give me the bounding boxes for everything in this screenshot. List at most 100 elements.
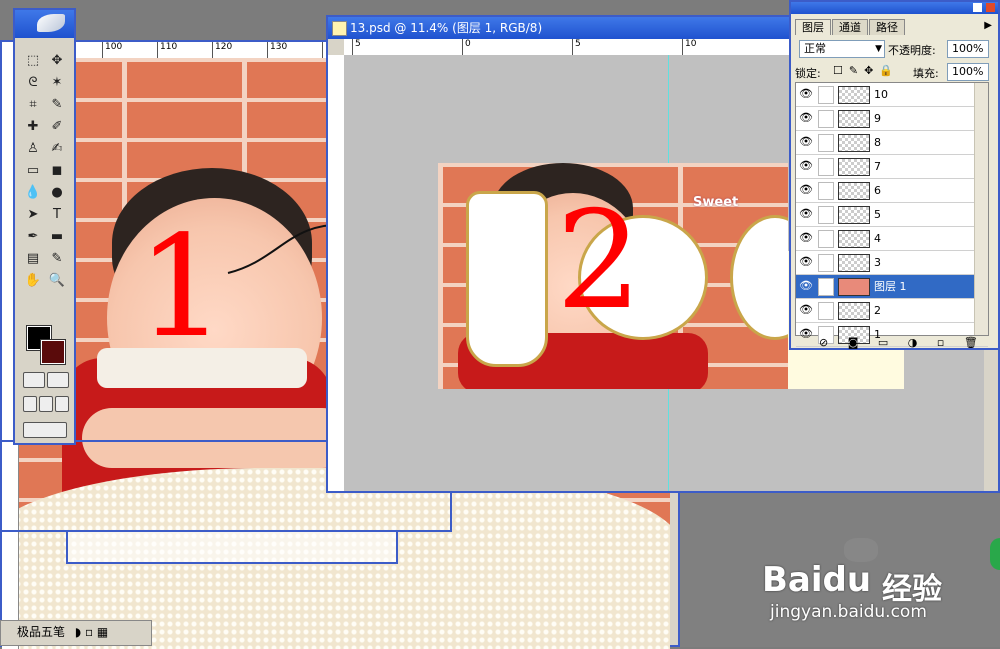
ruler-tick-label: 130 bbox=[267, 42, 287, 58]
lock-icons[interactable]: ☐✎✥🔒 bbox=[833, 64, 899, 77]
annotation-number-2: 2 bbox=[556, 182, 642, 339]
layer-link-box[interactable] bbox=[818, 110, 834, 128]
layer-row[interactable]: 👁 4 bbox=[796, 227, 988, 251]
ruler-tick-label: 10 bbox=[682, 39, 696, 55]
layers-scrollbar[interactable] bbox=[974, 83, 988, 335]
notes-tool-icon[interactable]: ▤ bbox=[21, 248, 45, 270]
visibility-eye-icon[interactable]: 👁 bbox=[798, 159, 814, 173]
ruler-tick-label: 120 bbox=[212, 42, 232, 58]
baidu-brand: Baidu bbox=[762, 560, 872, 600]
gradient-tool-icon[interactable]: ◼ bbox=[45, 160, 69, 182]
minimize-icon[interactable] bbox=[973, 3, 982, 12]
marquee-tool-icon[interactable]: ⬚ bbox=[21, 50, 45, 72]
slice-tool-icon[interactable]: ✎ bbox=[45, 94, 69, 116]
side-green-button[interactable] bbox=[990, 538, 1000, 570]
standard-mode-button[interactable] bbox=[23, 372, 45, 388]
layer-action-icons[interactable]: ⊘ ◙ ▭ ◑ ▫ 🗑 bbox=[819, 336, 986, 349]
screen-mode-standard[interactable] bbox=[23, 396, 37, 412]
layers-panel-titlebar[interactable] bbox=[791, 2, 998, 14]
photoshop-feather-icon bbox=[37, 14, 65, 32]
stamp-tool-icon[interactable]: ♙ bbox=[21, 138, 45, 160]
dodge-tool-icon[interactable]: ● bbox=[45, 182, 69, 204]
lasso-tool-icon[interactable]: ᘓ bbox=[21, 72, 45, 94]
visibility-eye-icon[interactable]: 👁 bbox=[798, 183, 814, 197]
heal-tool-icon[interactable]: ✚ bbox=[21, 116, 45, 138]
layer-row[interactable]: 👁 7 bbox=[796, 155, 988, 179]
layer-name: 5 bbox=[874, 208, 881, 221]
opacity-input[interactable]: 100% bbox=[947, 40, 989, 58]
shape-tool-icon[interactable]: ▬ bbox=[45, 226, 69, 248]
toolbox-panel[interactable]: ⬚ ✥ ᘓ ✶ ⌗ ✎ ✚ ✐ ♙ ✍ ▭ ◼ 💧 ● ➤ T ✒ ▬ ▤ ✎ ✋ 🔍 bbox=[13, 8, 76, 445]
layer-row[interactable]: 👁 6 bbox=[796, 179, 988, 203]
layer-row[interactable]: 👁 2 bbox=[796, 299, 988, 323]
visibility-eye-icon[interactable]: 👁 bbox=[798, 207, 814, 221]
layers-panel[interactable]: 图层 通道 路径 ▶ 正常 ▼ 不透明度: 100% 锁定: ☐✎✥🔒 填充: … bbox=[789, 0, 1000, 350]
ime-toolbar[interactable]: 极品五笔 ◗ ▫ ▦ bbox=[0, 620, 152, 646]
eraser-tool-icon[interactable]: ▭ bbox=[21, 160, 45, 182]
screen-mode-full[interactable] bbox=[55, 396, 69, 412]
visibility-eye-icon[interactable]: 👁 bbox=[798, 255, 814, 269]
layer-link-box[interactable] bbox=[818, 158, 834, 176]
image-canvas[interactable]: Sweet 2 bbox=[438, 163, 788, 389]
layer-link-box[interactable] bbox=[818, 230, 834, 248]
layer-link-box[interactable] bbox=[818, 302, 834, 320]
layer-name: 7 bbox=[874, 160, 881, 173]
zoom-tool-icon[interactable]: 🔍 bbox=[45, 270, 69, 292]
stacked-window-2[interactable] bbox=[66, 530, 398, 564]
eyedropper-tool-icon[interactable]: ✎ bbox=[45, 248, 69, 270]
layer-row[interactable]: 👁 9 bbox=[796, 107, 988, 131]
fill-input[interactable]: 100% bbox=[947, 63, 989, 81]
visibility-eye-icon[interactable]: 👁 bbox=[798, 111, 814, 125]
screen-mode-menu[interactable] bbox=[39, 396, 53, 412]
background-color-swatch[interactable] bbox=[40, 339, 66, 365]
fill-value: 100% bbox=[952, 65, 984, 78]
magic-wand-tool-icon[interactable]: ✶ bbox=[45, 72, 69, 94]
hand-tool-icon[interactable]: ✋ bbox=[21, 270, 45, 292]
visibility-eye-icon[interactable]: 👁 bbox=[798, 303, 814, 317]
tab-layers[interactable]: 图层 bbox=[795, 19, 831, 35]
layer-row[interactable]: 👁 8 bbox=[796, 131, 988, 155]
tab-paths[interactable]: 路径 bbox=[869, 19, 905, 35]
quick-mask-button[interactable] bbox=[47, 372, 69, 388]
layer-row[interactable]: 👁 10 bbox=[796, 83, 988, 107]
layer-thumbnail bbox=[838, 206, 870, 224]
move-tool-icon[interactable]: ✥ bbox=[45, 50, 69, 72]
jump-to-imageready-button[interactable] bbox=[23, 422, 67, 438]
visibility-eye-icon[interactable]: 👁 bbox=[798, 327, 814, 341]
blend-mode-select[interactable]: 正常 ▼ bbox=[799, 40, 885, 58]
pen-tool-icon[interactable]: ✒ bbox=[21, 226, 45, 248]
layer-link-box[interactable] bbox=[818, 182, 834, 200]
layer-thumbnail bbox=[838, 278, 870, 296]
ruler-vertical bbox=[328, 55, 345, 491]
visibility-eye-icon[interactable]: 👁 bbox=[798, 87, 814, 101]
toolbox-header[interactable] bbox=[15, 10, 74, 38]
layer-name: 4 bbox=[874, 232, 881, 245]
history-brush-tool-icon[interactable]: ✍ bbox=[45, 138, 69, 160]
layer-link-box[interactable] bbox=[818, 134, 834, 152]
ime-moon-icon[interactable]: ◗ ▫ ▦ bbox=[75, 625, 108, 639]
layer-row[interactable]: 👁 5 bbox=[796, 203, 988, 227]
layer-thumbnail bbox=[838, 230, 870, 248]
path-select-tool-icon[interactable]: ➤ bbox=[21, 204, 45, 226]
close-icon[interactable] bbox=[986, 3, 995, 12]
layer-link-box[interactable] bbox=[818, 254, 834, 272]
blur-tool-icon[interactable]: 💧 bbox=[21, 182, 45, 204]
baidu-watermark: Baidu 经验 jingyan.baidu.com bbox=[762, 538, 992, 628]
tab-channels[interactable]: 通道 bbox=[832, 19, 868, 35]
visibility-eye-icon[interactable]: 👁 bbox=[798, 279, 814, 293]
layer-link-box[interactable] bbox=[818, 206, 834, 224]
chevron-down-icon: ▼ bbox=[875, 44, 882, 54]
visibility-eye-icon[interactable]: 👁 bbox=[798, 231, 814, 245]
layer-thumbnail bbox=[838, 254, 870, 272]
layer-thumbnail bbox=[838, 302, 870, 320]
layer-link-box[interactable] bbox=[818, 278, 834, 296]
crop-tool-icon[interactable]: ⌗ bbox=[21, 94, 45, 116]
layer-row[interactable]: 👁 3 bbox=[796, 251, 988, 275]
type-tool-icon[interactable]: T bbox=[45, 204, 69, 226]
layer-row[interactable]: 👁 图层 1 bbox=[796, 275, 988, 299]
brush-tool-icon[interactable]: ✐ bbox=[45, 116, 69, 138]
panel-menu-arrow-icon[interactable]: ▶ bbox=[984, 20, 992, 31]
layer-link-box[interactable] bbox=[818, 86, 834, 104]
layer-name: 3 bbox=[874, 256, 881, 269]
visibility-eye-icon[interactable]: 👁 bbox=[798, 135, 814, 149]
